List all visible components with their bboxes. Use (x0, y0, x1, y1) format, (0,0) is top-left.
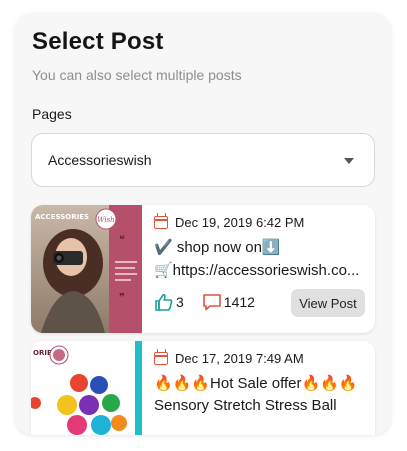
post-date: Dec 17, 2019 7:49 AM (175, 351, 304, 366)
post-thumbnail: ORIES (31, 341, 142, 435)
svg-text:❞: ❞ (119, 291, 125, 304)
post-text-line: ✔️ shop now on⬇️ (154, 239, 281, 256)
comments-count: 1412 (223, 294, 255, 310)
post-text-line: Sensory Stretch Stress Ball (154, 397, 337, 414)
likes-stat: 3 (154, 293, 184, 311)
thumb-script-text: Wish (97, 216, 114, 224)
page-title: Select Post (32, 28, 164, 55)
post-card[interactable]: ORIES Dec 17, 2019 7:49 AM 🔥🔥🔥Hot Sale o… (31, 341, 375, 435)
likes-count: 3 (176, 294, 184, 310)
calendar-icon (154, 213, 168, 229)
pages-dropdown[interactable]: Accessorieswish (31, 133, 375, 187)
svg-text:❝: ❝ (119, 233, 125, 246)
comments-stat: 1412 (202, 293, 255, 311)
post-date: Dec 19, 2019 6:42 PM (175, 215, 305, 230)
pages-dropdown-value: Accessorieswish (48, 152, 152, 168)
post-text-line: 🔥🔥🔥Hot Sale offer🔥🔥🔥 (154, 375, 358, 392)
select-post-panel: Select Post You can also select multiple… (15, 13, 391, 435)
view-post-button[interactable]: View Post (291, 289, 365, 317)
thumb-brand-text: ACCESSORIES (35, 213, 89, 221)
comment-icon (202, 294, 221, 311)
caret-down-icon (344, 158, 354, 164)
pages-label: Pages (32, 106, 72, 122)
thumbs-up-icon (155, 293, 173, 311)
page-subtitle: You can also select multiple posts (32, 67, 242, 83)
post-thumbnail: Wish ACCESSORIES ❝ ❞ (31, 205, 142, 333)
post-card[interactable]: Wish ACCESSORIES ❝ ❞ Dec 19, 2019 6:42 P… (31, 205, 375, 333)
post-text-line: 🛒https://accessorieswish.co... (154, 262, 360, 279)
calendar-icon (154, 349, 168, 365)
